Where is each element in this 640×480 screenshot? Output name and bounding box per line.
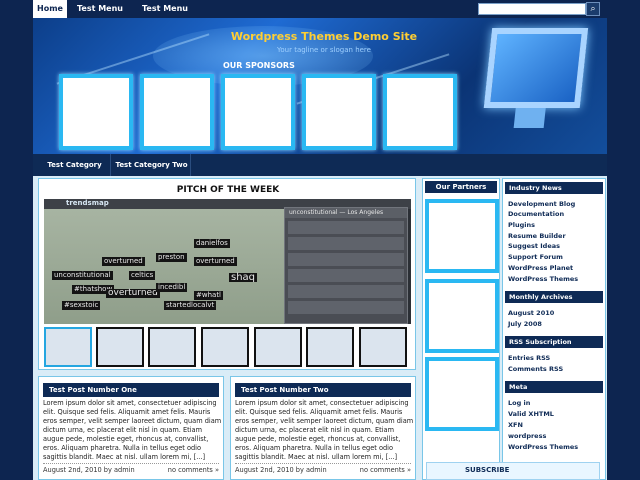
tweet-panel: unconstitutional — Los Angeles (284, 207, 408, 324)
partners-panel: Our Partners (422, 178, 500, 480)
post-title[interactable]: Test Post Number Two (235, 383, 411, 397)
thumbnail[interactable] (44, 327, 92, 367)
search-input[interactable] (478, 3, 586, 15)
thumbnail-strip (44, 327, 411, 367)
tweet-item (288, 301, 404, 314)
featured-panel: PITCH OF THE WEEK trendsmap overturned p… (38, 178, 416, 370)
trend-word: #whatl (194, 291, 224, 300)
trend-word: unconstitutional (52, 271, 113, 280)
category-navigation: Test Category One Test Category Two (33, 154, 607, 191)
tweet-panel-header: unconstitutional — Los Angeles (285, 208, 407, 218)
tweet-item (288, 269, 404, 282)
monitor-stand (513, 108, 546, 128)
tab-home[interactable]: Home (33, 0, 67, 18)
post-title[interactable]: Test Post Number One (43, 383, 219, 397)
meta-link[interactable]: wordpress (508, 432, 546, 440)
post-comments-link[interactable]: no comments » (168, 466, 219, 474)
search-icon: ⌕ (590, 4, 596, 14)
thumbnail[interactable] (306, 327, 354, 367)
sidebar-link[interactable]: WordPress Planet (508, 264, 573, 272)
trend-word: #sexstoic (62, 301, 101, 310)
app-logo: trendsmap (66, 199, 109, 207)
thumbnail[interactable] (148, 327, 196, 367)
category-test-one[interactable]: Test Category One (39, 154, 111, 191)
rss-heading: RSS Subscription (505, 336, 603, 348)
post-excerpt: Lorem ipsum dolor sit amet, consectetuer… (43, 399, 222, 461)
sponsor-box[interactable] (221, 74, 295, 150)
site-tagline: Your tagline or slogan here (277, 46, 371, 54)
sponsor-box[interactable] (383, 74, 457, 150)
meta-link[interactable]: Log in (508, 399, 530, 407)
archive-link[interactable]: August 2010 (508, 309, 554, 317)
subscribe-box[interactable]: SUBSCRIBE (426, 462, 600, 480)
trend-word: preston (156, 253, 187, 262)
trend-word: overturned (194, 257, 237, 266)
site-title[interactable]: Wordpress Themes Demo Site (214, 30, 434, 43)
post-comments-link[interactable]: no comments » (360, 466, 411, 474)
featured-screenshot[interactable]: trendsmap overturned preston overturned … (44, 199, 411, 324)
partner-box[interactable] (425, 357, 499, 431)
thumbnail[interactable] (96, 327, 144, 367)
sponsor-box[interactable] (302, 74, 376, 150)
trend-word: startedlocalvt (164, 301, 217, 310)
meta-link[interactable]: Valid XHTML (508, 410, 554, 418)
monitor-screen (483, 28, 589, 108)
thumbnail[interactable] (201, 327, 249, 367)
archive-link[interactable]: July 2008 (508, 320, 542, 328)
tab-test-menu-two[interactable]: Test Menu Two (134, 0, 196, 31)
trend-word: incedibl (156, 283, 188, 292)
post-meta: August 2nd, 2010 by admin no comments » (43, 463, 219, 474)
thumbnail[interactable] (359, 327, 407, 367)
tweet-item (288, 237, 404, 250)
tab-test-menu-one[interactable]: Test Menu One (69, 0, 131, 31)
trend-word: danielfos (194, 239, 230, 248)
meta-heading: Meta (505, 381, 603, 393)
partner-box[interactable] (425, 279, 499, 353)
post-date: August 2nd, 2010 by admin (235, 466, 327, 474)
sidebar-link[interactable]: Development Blog (508, 200, 575, 208)
post-card: Test Post Number Two Lorem ipsum dolor s… (230, 376, 416, 480)
partner-box[interactable] (425, 199, 499, 273)
post-meta: August 2nd, 2010 by admin no comments » (235, 463, 411, 474)
sidebar: Industry News Development Blog Documenta… (502, 178, 606, 480)
monthly-archives-heading: Monthly Archives (505, 291, 603, 303)
sidebar-link[interactable]: WordPress Themes (508, 275, 578, 283)
sidebar-link[interactable]: Resume Builder (508, 232, 566, 240)
top-navigation: Home Test Menu One Test Menu Two ⌕ (0, 0, 640, 31)
sponsor-box[interactable] (59, 74, 133, 150)
sidebar-link[interactable]: Support Forum (508, 253, 563, 261)
trend-word: overturned (102, 257, 145, 266)
sponsors-heading: OUR SPONSORS (223, 61, 295, 70)
industry-news-heading: Industry News (505, 182, 603, 194)
left-gutter (0, 0, 33, 480)
post-excerpt: Lorem ipsum dolor sit amet, consectetuer… (235, 399, 414, 461)
rss-link[interactable]: Comments RSS (508, 365, 563, 373)
meta-link[interactable]: XFN (508, 421, 523, 429)
thumbnail[interactable] (254, 327, 302, 367)
header-banner: Wordpress Themes Demo Site Your tagline … (33, 18, 607, 154)
right-gutter (607, 0, 640, 480)
sponsor-box[interactable] (140, 74, 214, 150)
sidebar-link[interactable]: Documentation (508, 210, 564, 218)
search-button[interactable]: ⌕ (586, 2, 600, 16)
post-date: August 2nd, 2010 by admin (43, 466, 135, 474)
featured-title: PITCH OF THE WEEK (176, 185, 280, 195)
tweet-item (288, 221, 404, 234)
meta-link[interactable]: WordPress Themes (508, 443, 578, 451)
tweet-item (288, 253, 404, 266)
trend-word: shaq (229, 272, 258, 283)
sidebar-link[interactable]: Suggest Ideas (508, 242, 560, 250)
category-test-two[interactable]: Test Category Two (113, 154, 191, 176)
trend-word: celtics (129, 271, 156, 280)
partners-heading: Our Partners (425, 181, 497, 193)
monitor-graphic (469, 22, 601, 132)
trend-word: overturned (106, 288, 160, 298)
rss-link[interactable]: Entries RSS (508, 354, 550, 362)
sidebar-link[interactable]: Plugins (508, 221, 535, 229)
map-area: overturned preston overturned shaq celti… (44, 209, 284, 324)
subscribe-label: SUBSCRIBE (465, 466, 510, 474)
post-card: Test Post Number One Lorem ipsum dolor s… (38, 376, 224, 480)
tweet-item (288, 285, 404, 298)
